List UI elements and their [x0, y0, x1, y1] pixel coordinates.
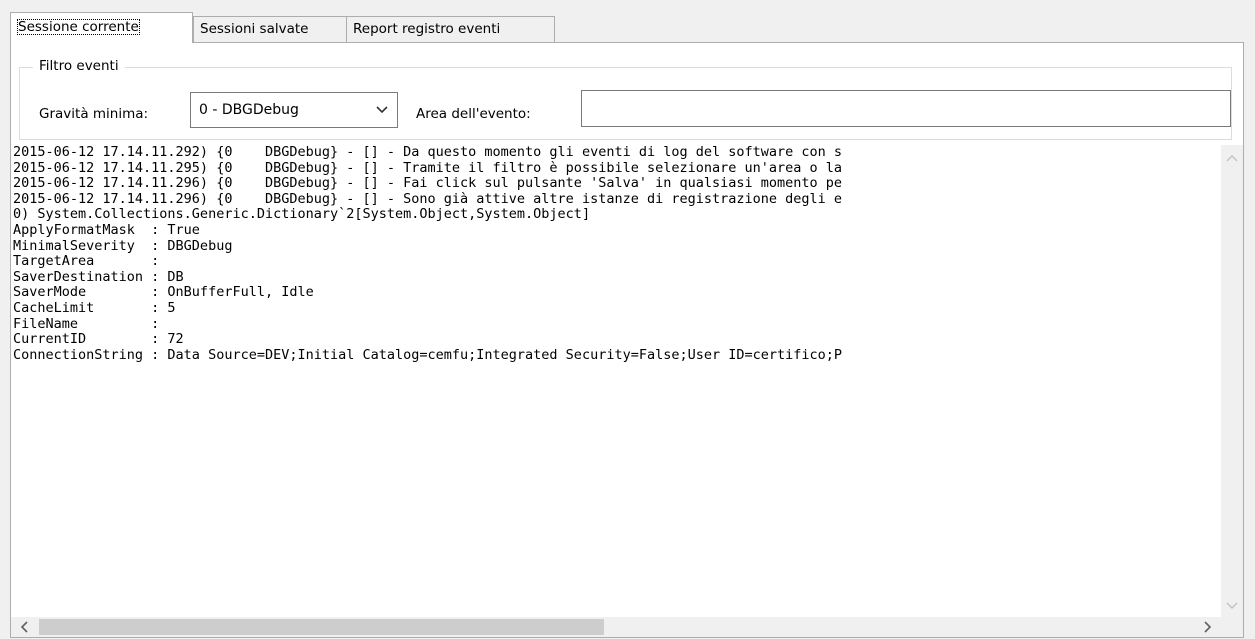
area-input[interactable] — [581, 90, 1231, 127]
tab-report-registro-eventi[interactable]: Report registro eventi — [346, 16, 555, 42]
log-textbox[interactable]: 2015-06-12 17.14.11.292) {0 DBGDebug} - … — [11, 145, 1243, 637]
scrollbar-corner — [1221, 617, 1243, 637]
severity-select[interactable]: 0 - DBGDebug — [190, 92, 398, 128]
log-line: ApplyFormatMask : True — [13, 221, 200, 238]
log-line: 2015-06-12 17.14.11.296) {0 DBGDebug} - … — [13, 190, 843, 207]
scroll-left-icon[interactable] — [19, 621, 29, 633]
log-text: 2015-06-12 17.14.11.292) {0 DBGDebug} - … — [13, 145, 1221, 617]
severity-select-value: 0 - DBGDebug — [199, 102, 299, 118]
log-line: 2015-06-12 17.14.11.292) {0 DBGDebug} - … — [13, 145, 843, 160]
log-line: FileName : — [13, 315, 160, 332]
log-line: 2015-06-12 17.14.11.296) {0 DBGDebug} - … — [13, 175, 843, 192]
log-line: MinimalSeverity : DBGDebug — [13, 237, 233, 254]
scroll-down-icon[interactable] — [1226, 601, 1238, 611]
area-label: Area dell'evento: — [416, 106, 531, 122]
log-line: CurrentID : 72 — [13, 331, 184, 348]
tab-sessioni-salvate[interactable]: Sessioni salvate — [193, 16, 347, 42]
scroll-right-icon[interactable] — [1203, 621, 1213, 633]
horizontal-scroll-thumb[interactable] — [39, 619, 604, 635]
tab-label: Report registro eventi — [353, 21, 501, 37]
tab-sessione-corrente[interactable]: Sessione corrente — [10, 12, 193, 43]
tab-label: Sessioni salvate — [200, 21, 309, 37]
severity-label: Gravità minima: — [39, 106, 149, 122]
tab-page: Filtro eventi Gravità minima: 0 - DBGDeb… — [10, 42, 1244, 638]
tab-label: Sessione corrente — [17, 19, 140, 35]
log-line: ConnectionString : Data Source=DEV;Initi… — [13, 346, 843, 363]
log-line: 2015-06-12 17.14.11.295) {0 DBGDebug} - … — [13, 159, 843, 176]
log-line: SaverMode : OnBufferFull, Idle — [13, 284, 314, 301]
log-line: CacheLimit : 5 — [13, 299, 176, 316]
log-line: 0) System.Collections.Generic.Dictionary… — [13, 206, 591, 223]
log-line: TargetArea : — [13, 253, 160, 270]
vertical-scrollbar[interactable] — [1221, 145, 1243, 617]
log-line: SaverDestination : DB — [13, 268, 184, 285]
filter-group-title: Filtro eventi — [33, 58, 125, 74]
chevron-down-icon — [376, 106, 388, 114]
horizontal-scrollbar[interactable] — [11, 617, 1221, 637]
scroll-up-icon[interactable] — [1226, 153, 1238, 163]
